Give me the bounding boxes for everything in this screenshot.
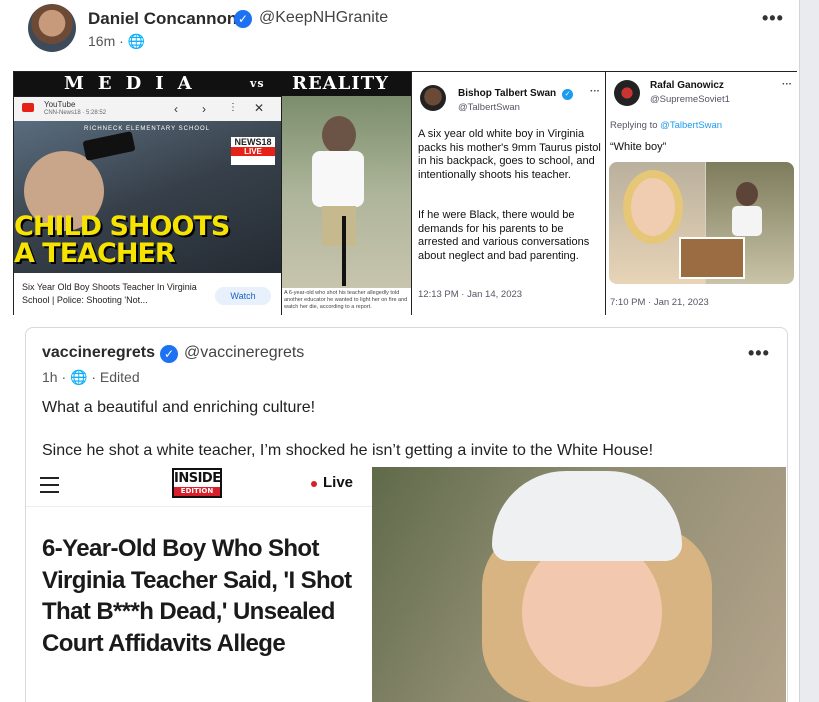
more-horizontal-icon: ··· [590,86,600,97]
rafal-handle: @SupremeSoviet1 [650,94,730,105]
inset-photo [679,237,745,279]
thumbnail-title: CHILD SHOOTS A TEACHER [14,211,230,269]
youtube-bar: YouTube CNN-News18 · 5:28:52 ‹ › ⋮ ✕ [14,97,281,121]
verified-badge-icon: ✓ [562,89,573,100]
watch-button: Watch [215,287,271,305]
reality-caption: A 6-year-old who shot his teacher allege… [282,288,411,315]
live-dot-icon [311,481,317,487]
youtube-caption: Six Year Old Boy Shoots Teacher In Virgi… [22,282,197,305]
rafal-text: “White boy” [610,141,667,153]
verified-badge-icon: ✓ [160,345,178,363]
boy-shorts [322,206,356,246]
scooter-stem [342,216,346,286]
boy-shirt [732,206,762,236]
youtube-thumbnail: RICHNECK ELEMENTARY SCHOOL NEWS18 LIVE C… [14,121,281,273]
live-badge: LIVE [231,147,275,156]
boy-head [736,182,758,206]
banner-reality: REALITY [292,73,389,94]
school-sign: RICHNECK ELEMENTARY SCHOOL [84,126,211,132]
swan-text-2: If he were Black, there would be demands… [418,209,590,262]
separator-dot: · [119,33,128,49]
quoted-text-1: What a beautiful and enriching culture! [42,399,316,416]
media-vs-reality-banner: MEDIA vs REALITY [14,72,411,96]
post-time: 16m · 🌐 [88,33,145,50]
quoted-text-2: Since he shot a white teacher, I’m shock… [42,442,654,459]
inside-edition-header: INSIDE EDITION Live [26,467,372,507]
replying-prefix: Replying to [610,120,661,131]
logo-bottom: EDITION [174,487,220,496]
banner-vs: vs [250,77,265,90]
rafal-name: Rafal Ganowicz [650,80,724,91]
chevron-right-icon: › [202,102,206,116]
replying-to-handle: @TalbertSwan [660,120,723,131]
thumbnail-title-line2: A TEACHER [14,238,176,269]
news18-logo: NEWS18 LIVE [231,137,275,165]
quoted-time: 1h [42,369,58,385]
rafal-photo [609,162,794,284]
swan-text-1: A six year old white boy in Virginia pac… [418,128,601,181]
gun-shape [82,131,136,161]
verified-badge-icon: ✓ [234,10,252,28]
live-label: Live [323,474,354,491]
rafal-time: 7:10 PM · Jan 21, 2023 [610,297,709,308]
author-name[interactable]: Daniel Concannon [88,9,237,29]
inside-edition-logo: INSIDE EDITION [172,468,222,498]
post-time-text: 16m [88,33,116,49]
author-handle[interactable]: @KeepNHGranite [259,9,388,27]
swan-avatar [420,85,446,111]
quoted-handle[interactable]: @vaccineregrets [184,344,304,362]
separator-dot: · [61,369,71,385]
youtube-logo-icon [22,103,34,112]
swan-handle: @TalbertSwan [458,102,520,113]
tweet-rafal-ganowicz: Rafal Ganowicz @SupremeSoviet1 ··· Reply… [605,72,797,315]
teacher-face [631,178,675,236]
globe-icon: 🌐 [127,33,146,49]
boy-head [322,116,356,154]
more-vertical-icon: ⋮ [228,102,238,113]
youtube-card: YouTube CNN-News18 · 5:28:52 ‹ › ⋮ ✕ RIC… [14,97,281,315]
reality-photo: A 6-year-old who shot his teacher allege… [282,96,411,315]
media-vs-reality-image: MEDIA vs REALITY YouTube CNN-News18 · 5:… [14,72,411,315]
teacher-photo[interactable] [372,467,786,702]
quoted-post[interactable]: vaccineregrets ✓ @vaccineregrets 1h · 🌐 … [25,327,788,702]
tweet-talbert-swan: Bishop Talbert Swan ✓ @TalbertSwan ··· A… [411,72,605,315]
edited-label: Edited [99,369,140,385]
quoted-more-button[interactable]: ••• [748,343,770,364]
youtube-channel-line: CNN-News18 · 5:28:52 [44,110,107,116]
post-more-button[interactable]: ••• [762,8,784,29]
quoted-meta: 1h · 🌐 · Edited [42,369,140,386]
author-avatar[interactable] [28,4,76,52]
quoted-author-name[interactable]: vaccineregrets [42,344,155,362]
logo-top: INSIDE [174,471,221,486]
news18-text: NEWS18 [234,137,272,147]
bucket-hat [492,471,682,561]
hamburger-menu-icon [40,477,59,493]
youtube-app-name: YouTube [44,100,76,109]
separator-dot: · [91,369,100,385]
swan-name: Bishop Talbert Swan [458,88,557,99]
thumbnail-title-line1: CHILD SHOOTS [14,211,230,242]
banner-media: MEDIA [64,73,206,94]
close-icon: ✕ [254,101,265,115]
composite-image[interactable]: MEDIA vs REALITY YouTube CNN-News18 · 5:… [13,71,797,315]
replying-to: Replying to @TalbertSwan [610,120,722,131]
rafal-avatar [614,80,640,106]
globe-icon: 🌐 [70,369,88,385]
swan-time: 12:13 PM · Jan 14, 2023 [418,289,523,300]
outer-post: Daniel Concannon ✓ @KeepNHGranite 16m · … [0,0,800,702]
inside-edition-headline: 6-Year-Old Boy Who Shot Virginia Teacher… [42,535,352,657]
chevron-left-icon: ‹ [174,102,178,116]
boy-shirt [312,151,364,207]
more-horizontal-icon: ··· [782,79,792,90]
inside-edition-panel[interactable]: INSIDE EDITION Live 6-Year-Old Boy Who S… [26,467,372,702]
